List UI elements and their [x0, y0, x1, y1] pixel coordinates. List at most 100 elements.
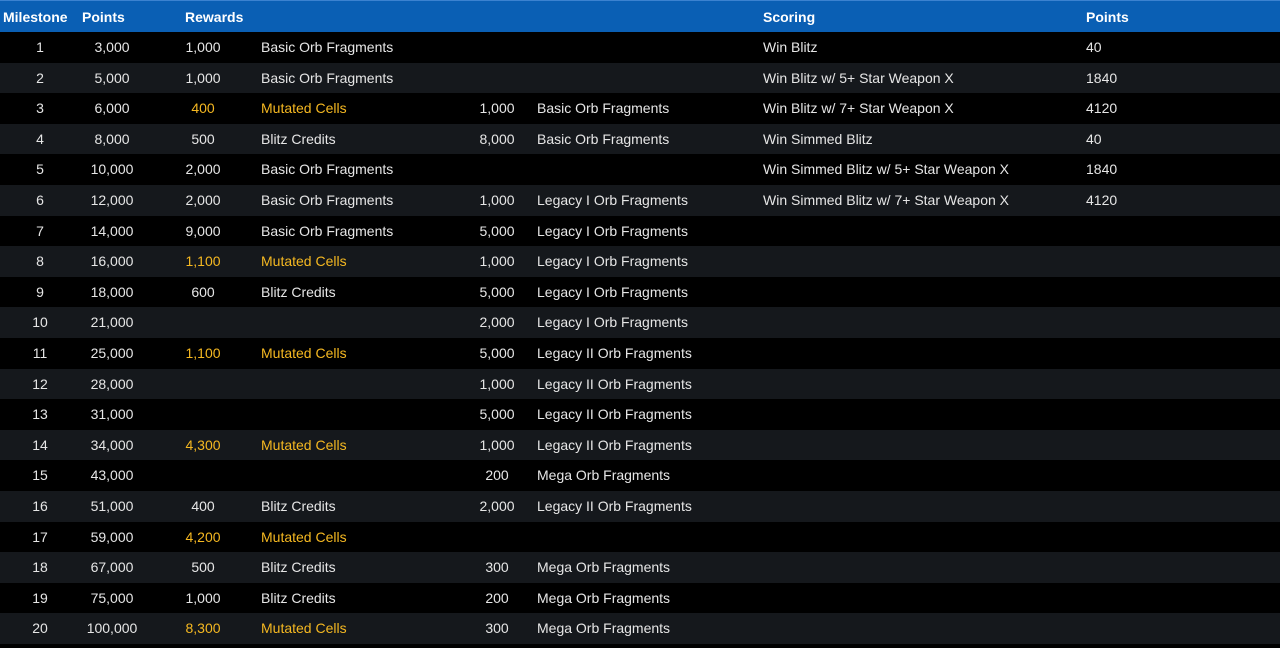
reward-1-item: Mutated Cells — [261, 620, 347, 637]
reward-1-item: Basic Orb Fragments — [261, 161, 394, 178]
reward-1-quantity: 2,000 — [185, 192, 221, 208]
reward-1-quantity: 1,100 — [185, 345, 221, 361]
reward-1-quantity: 1,000 — [185, 69, 221, 86]
table-row: 20 100,000 8,300 Mutated Cells 300 Mega Orb F… — [0, 613, 1280, 644]
milestone-number: 14 — [32, 436, 48, 453]
reward-2-quantity: 1,000 — [479, 253, 515, 270]
reward-1-item: Mutated Cells — [261, 253, 347, 270]
milestone-points: 18,000 — [90, 283, 134, 300]
reward-1-quantity: 400 — [191, 498, 215, 514]
table-row: 8 16,000 1,100 Mutated Cells 1,000 Legacy I O… — [0, 246, 1280, 277]
scoring-label: Win Simmed Blitz w/ 5+ Star Weapon X — [763, 161, 1009, 178]
scoring-points: 1840 — [1086, 69, 1118, 86]
reward-2-item: Basic Orb Fragments — [537, 130, 670, 147]
reward-1-item: Blitz Credits — [261, 498, 336, 514]
scoring-points: 40 — [1086, 130, 1102, 147]
header-points: Points — [82, 9, 125, 25]
reward-2-item: Legacy II Orb Fragments — [537, 498, 692, 514]
milestone-points: 100,000 — [86, 620, 138, 637]
reward-1-item: Basic Orb Fragments — [261, 39, 394, 55]
scoring-points: 40 — [1086, 39, 1102, 55]
reward-1-quantity: 4,300 — [185, 436, 221, 453]
milestone-points: 59,000 — [90, 528, 134, 545]
table-row: 2 5,000 1,000 Basic Orb Fragments Win Blitz … — [0, 62, 1280, 94]
milestone-rewards-page: Milestone Points Rewards Scoring Points … — [0, 0, 1280, 648]
milestone-number: 13 — [32, 406, 48, 423]
reward-2-item: Legacy II Orb Fragments — [537, 436, 692, 453]
reward-2-item: Legacy II Orb Fragments — [537, 375, 692, 392]
milestone-points: 10,000 — [90, 161, 134, 178]
table-row: 6 12,000 2,000 Basic Orb Fragments 1,000 Lega… — [0, 185, 1280, 216]
milestone-points: 3,000 — [94, 39, 130, 55]
reward-2-item: Legacy I Orb Fragments — [537, 314, 688, 331]
table-row: 1 3,000 1,000 Basic Orb Fragments Win Blitz 4… — [0, 32, 1280, 63]
reward-2-quantity: 5,000 — [479, 345, 515, 361]
milestone-points: 21,000 — [90, 314, 134, 331]
table-row: 18 67,000 500 Blitz Credits 300 Mega Orb Frag… — [0, 552, 1280, 583]
reward-1-item: Mutated Cells — [261, 100, 347, 117]
reward-2-quantity: 200 — [485, 467, 509, 484]
milestone-points: 75,000 — [90, 589, 134, 606]
milestone-number: 10 — [32, 314, 48, 331]
reward-2-item: Legacy II Orb Fragments — [537, 345, 692, 361]
header-milestone: Milestone — [3, 9, 68, 25]
table-row: 14 34,000 4,300 Mutated Cells 1,000 Legacy II… — [0, 429, 1280, 461]
reward-2-quantity: 2,000 — [479, 498, 515, 514]
milestone-number: 12 — [32, 375, 48, 392]
reward-2-quantity: 200 — [485, 589, 509, 606]
milestone-number: 3 — [36, 100, 44, 117]
scoring-label: Win Blitz w/ 5+ Star Weapon X — [763, 69, 954, 86]
table-row: 4 8,000 500 Blitz Credits 8,000 Basic Orb Fra… — [0, 123, 1280, 155]
table-row: 9 18,000 600 Blitz Credits 5,000 Legacy I Orb… — [0, 276, 1280, 308]
reward-2-item: Mega Orb Fragments — [537, 467, 671, 484]
reward-1-quantity: 2,000 — [185, 161, 221, 178]
reward-1-item: Mutated Cells — [261, 436, 347, 453]
reward-1-quantity: 9,000 — [185, 222, 221, 239]
reward-2-item: Basic Orb Fragments — [537, 100, 670, 117]
table-row: 7 14,000 9,000 Basic Orb Fragments 5,000 Lega… — [0, 215, 1280, 247]
reward-2-item: Legacy I Orb Fragments — [537, 192, 688, 208]
reward-1-item: Blitz Credits — [261, 283, 336, 300]
reward-1-item: Blitz Credits — [261, 589, 336, 606]
reward-1-quantity: 500 — [191, 559, 215, 576]
reward-2-quantity: 300 — [485, 620, 509, 637]
reward-2-quantity: 2,000 — [479, 314, 515, 331]
reward-2-quantity: 5,000 — [479, 222, 515, 239]
header-scoring-points: Points — [1086, 9, 1129, 25]
reward-2-quantity: 1,000 — [479, 100, 515, 117]
reward-2-item: Legacy I Orb Fragments — [537, 253, 688, 270]
scoring-points: 4120 — [1086, 100, 1118, 117]
milestone-number: 18 — [32, 559, 48, 576]
reward-1-item: Mutated Cells — [261, 528, 347, 545]
reward-2-quantity: 5,000 — [479, 406, 515, 423]
table-row: 11 25,000 1,100 Mutated Cells 5,000 Legacy II… — [0, 338, 1280, 369]
milestone-points: 8,000 — [94, 130, 130, 147]
milestone-number: 19 — [32, 589, 48, 606]
reward-1-quantity: 500 — [191, 130, 215, 147]
table-row: 19 75,000 1,000 Blitz Credits 200 Mega Orb Fr… — [0, 582, 1280, 614]
reward-1-item: Blitz Credits — [261, 559, 336, 576]
reward-1-quantity: 4,200 — [185, 528, 221, 545]
scoring-label: Win Blitz w/ 7+ Star Weapon X — [763, 100, 954, 117]
milestone-number: 7 — [36, 222, 44, 239]
milestone-number: 20 — [32, 620, 48, 637]
table-row: 15 43,000 200 Mega Orb Fragments — [0, 460, 1280, 491]
header-scoring: Scoring — [763, 9, 816, 25]
reward-1-item: Basic Orb Fragments — [261, 69, 394, 86]
reward-1-quantity: 400 — [191, 100, 215, 117]
reward-2-item: Legacy II Orb Fragments — [537, 406, 692, 423]
milestone-number: 16 — [32, 498, 48, 514]
milestone-number: 2 — [36, 69, 44, 86]
milestone-points: 43,000 — [90, 467, 134, 484]
milestone-points: 31,000 — [90, 406, 134, 423]
scoring-points: 1840 — [1086, 161, 1118, 178]
reward-1-item: Basic Orb Fragments — [261, 192, 394, 208]
milestone-points: 34,000 — [90, 436, 134, 453]
scoring-label: Win Simmed Blitz w/ 7+ Star Weapon X — [763, 192, 1009, 208]
reward-2-item: Mega Orb Fragments — [537, 559, 671, 576]
table-row: 16 51,000 400 Blitz Credits 2,000 Legacy II O… — [0, 491, 1280, 522]
scoring-points: 4120 — [1086, 192, 1118, 208]
milestone-points: 25,000 — [90, 345, 134, 361]
header-rewards: Rewards — [185, 9, 244, 25]
table-row: 12 28,000 1,000 Legacy II Orb Fragments — [0, 368, 1280, 400]
